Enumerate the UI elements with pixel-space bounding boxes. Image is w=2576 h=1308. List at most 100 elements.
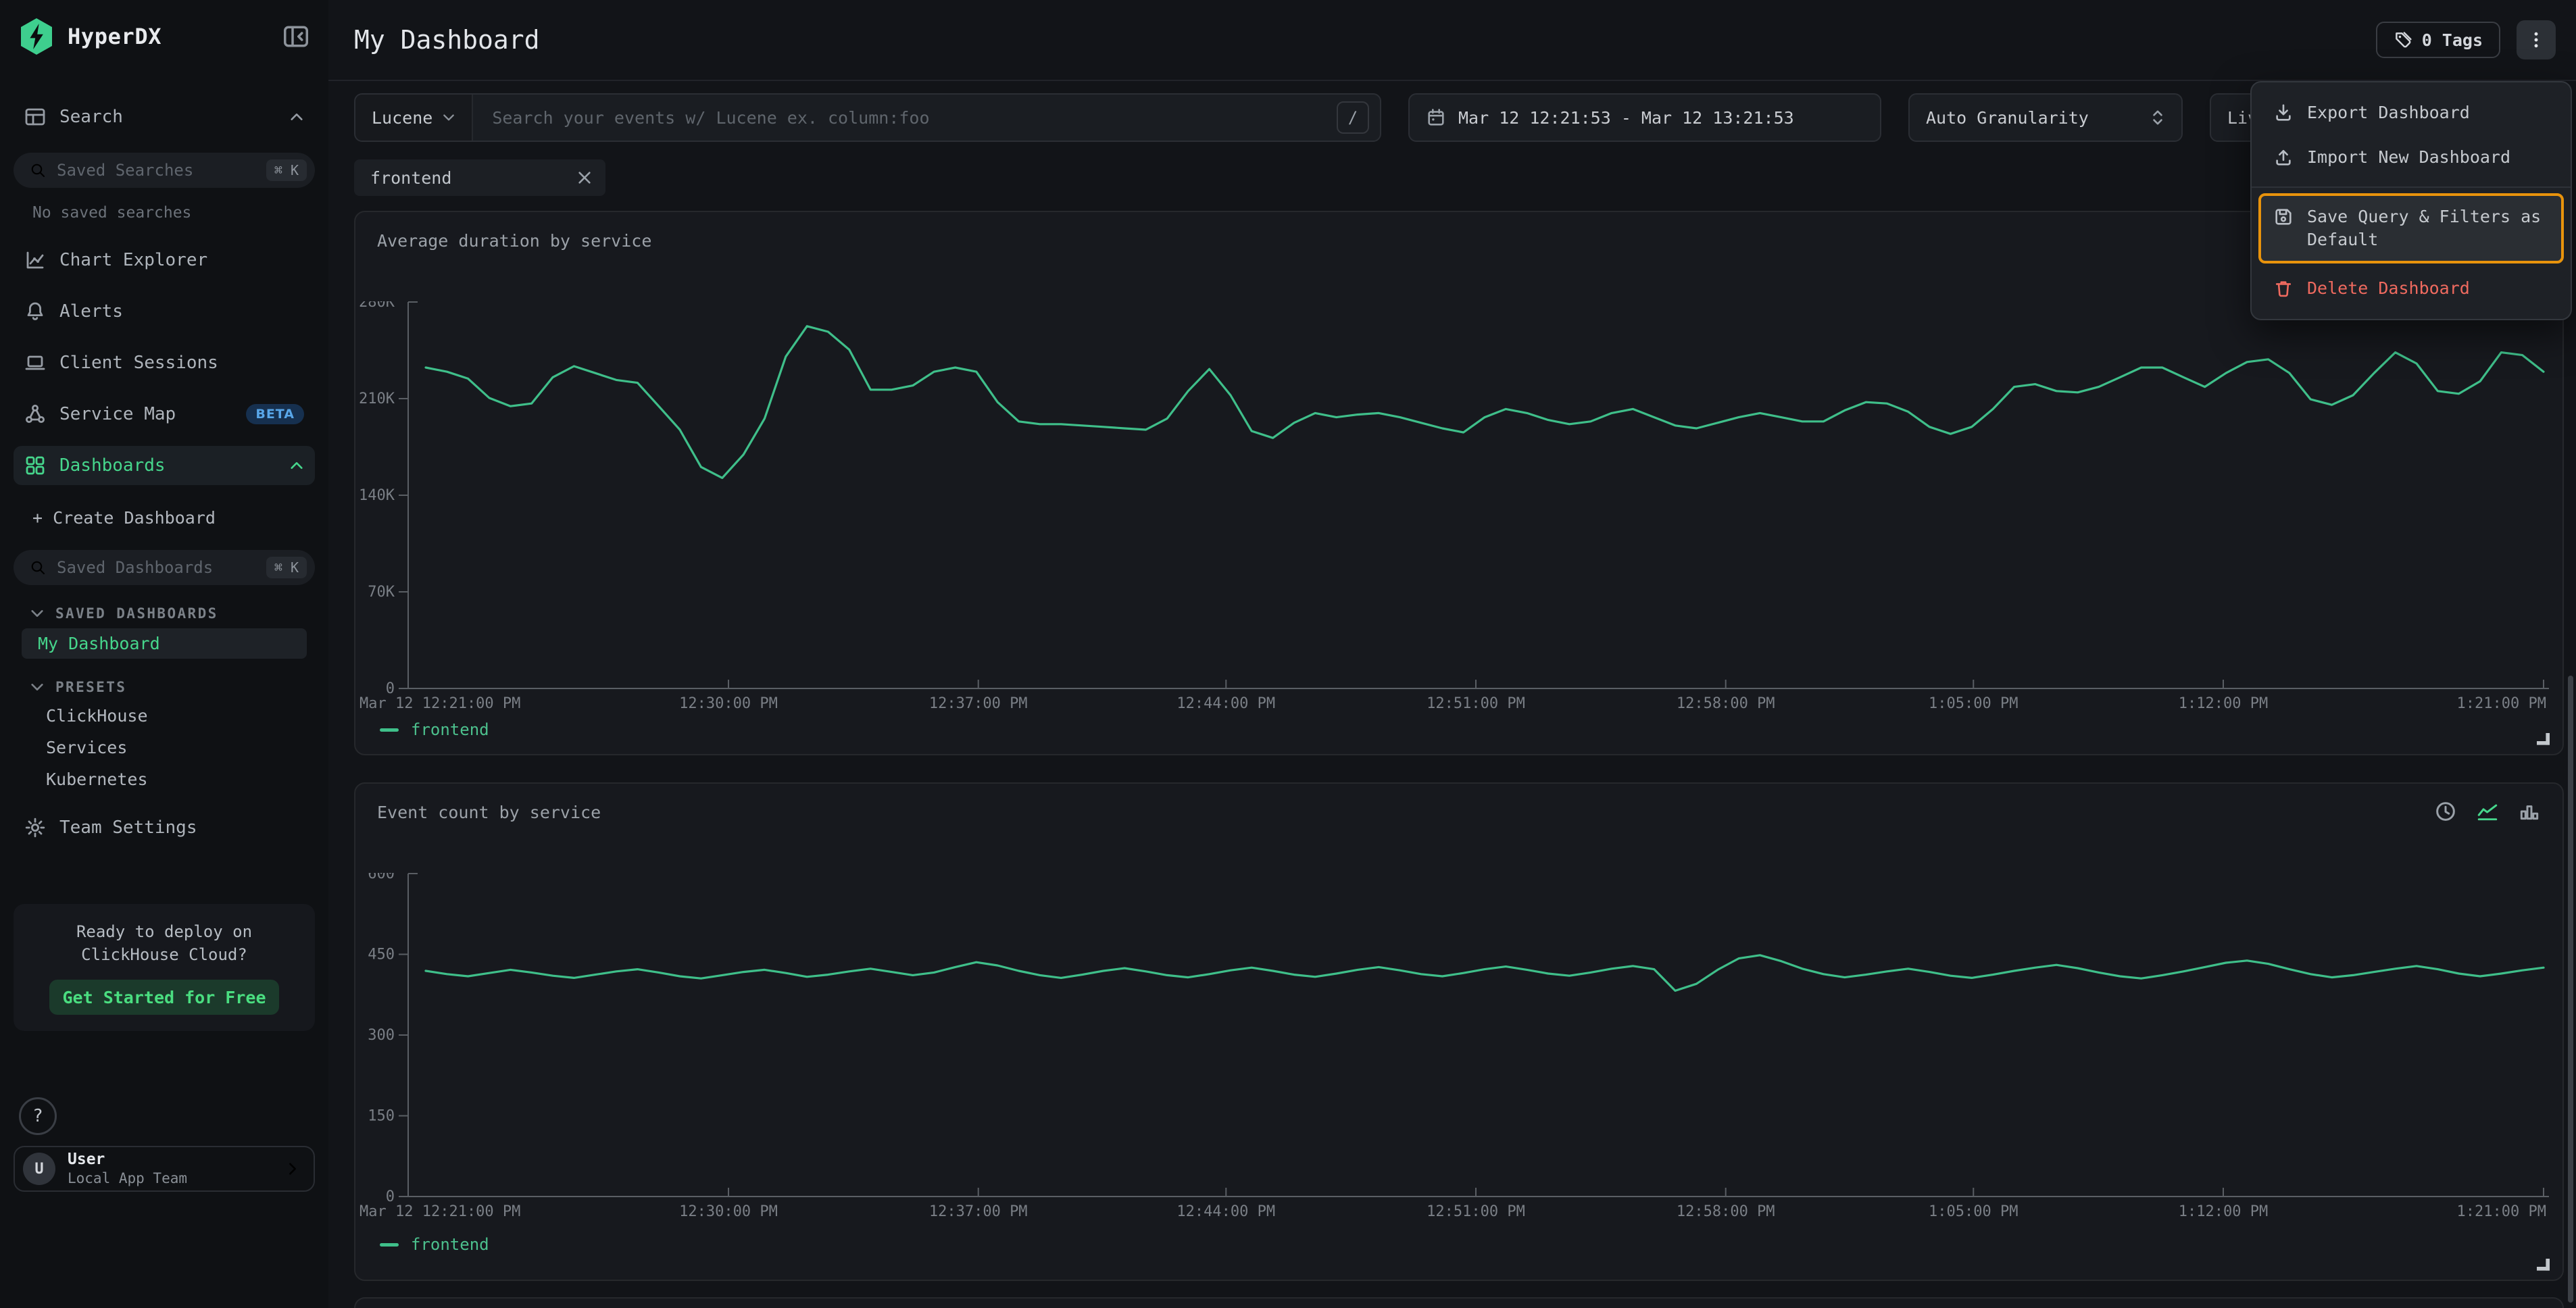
brand-title: HyperDX xyxy=(68,24,282,49)
calendar-icon xyxy=(1426,107,1446,128)
presets-section-header[interactable]: PRESETS xyxy=(14,675,315,699)
sidebar-bottom: ? U User Local App Team xyxy=(14,1097,315,1192)
chart-title: Event count by service xyxy=(377,803,601,822)
sidebar-collapse-icon[interactable] xyxy=(282,23,309,50)
chart-toolbar xyxy=(2434,800,2541,823)
download-icon xyxy=(2273,103,2294,123)
user-team: Local App Team xyxy=(68,1171,273,1186)
line-chart-icon[interactable] xyxy=(2476,800,2499,823)
search-icon xyxy=(30,559,46,576)
upload-icon xyxy=(2273,147,2294,168)
sidebar-item-client-sessions[interactable]: Client Sessions xyxy=(14,343,315,382)
get-started-button[interactable]: Get Started for Free xyxy=(49,980,279,1015)
sidebar-item-dashboards[interactable]: Dashboards xyxy=(14,446,315,485)
filter-chips: frontend xyxy=(354,159,2576,196)
menu-item-label: Delete Dashboard xyxy=(2307,277,2470,300)
menu-item-save-query-filters-default[interactable]: Save Query & Filters as Default xyxy=(2260,195,2562,262)
sidebar-item-label: Dashboards xyxy=(59,455,166,476)
no-saved-searches-text: No saved searches xyxy=(14,204,315,222)
saved-searches-input[interactable]: Saved Searches ⌘ K xyxy=(14,153,315,188)
svg-text:12:58:00 PM: 12:58:00 PM xyxy=(1677,695,1775,712)
hyperdx-app: HyperDX Search Saved Searches ⌘ K No sav… xyxy=(0,0,2576,1308)
sidebar-item-search[interactable]: Search xyxy=(14,97,315,136)
bar-chart-icon[interactable] xyxy=(2518,800,2541,823)
chevron-right-icon xyxy=(285,1161,300,1176)
svg-text:12:58:00 PM: 12:58:00 PM xyxy=(1677,1203,1775,1220)
sidebar-nav: Chart Explorer Alerts Client Sessions Se… xyxy=(14,241,315,485)
next-panel-edge xyxy=(354,1297,2564,1308)
section-title: PRESETS xyxy=(55,679,126,695)
svg-text:1:05:00 PM: 1:05:00 PM xyxy=(1929,1203,2018,1220)
section-title: SAVED DASHBOARDS xyxy=(55,605,218,622)
sidebar-item-clickhouse[interactable]: ClickHouse xyxy=(22,701,307,731)
beta-badge: BETA xyxy=(246,404,304,424)
sidebar-item-label: Chart Explorer xyxy=(59,250,207,270)
dashboards-grid-icon xyxy=(24,455,46,476)
sidebar-item-label: Team Settings xyxy=(59,818,197,838)
save-icon xyxy=(2273,207,2294,227)
create-dashboard-button[interactable]: + Create Dashboard xyxy=(14,501,315,534)
close-icon[interactable] xyxy=(577,170,592,185)
sidebar-item-chart-explorer[interactable]: Chart Explorer xyxy=(14,241,315,280)
shortcut-badge: ⌘ K xyxy=(266,557,307,578)
svg-text:1:05:00 PM: 1:05:00 PM xyxy=(1929,695,2018,712)
saved-dashboards-input[interactable]: Saved Dashboards ⌘ K xyxy=(14,550,315,585)
chart-panel-avg-duration: Average duration by service 280K210K140K… xyxy=(354,211,2564,755)
page-header: My Dashboard 0 Tags xyxy=(328,0,2576,81)
svg-text:12:44:00 PM: 12:44:00 PM xyxy=(1176,695,1275,712)
tags-button[interactable]: 0 Tags xyxy=(2376,22,2500,58)
user-avatar: U xyxy=(23,1153,55,1185)
promo-text: Ready to deploy on ClickHouse Cloud? xyxy=(27,920,301,966)
chart-legend: frontend xyxy=(380,1235,489,1254)
main-content: My Dashboard 0 Tags Lucene xyxy=(328,0,2576,1308)
event-search-box[interactable]: Lucene Search your events w/ Lucene ex. … xyxy=(354,93,1381,142)
svg-text:280K: 280K xyxy=(359,301,395,311)
svg-text:1:12:00 PM: 1:12:00 PM xyxy=(2179,695,2268,712)
legend-label: frontend xyxy=(411,1235,489,1254)
help-button[interactable]: ? xyxy=(19,1097,57,1135)
svg-text:Mar 12 12:21:00 PM: Mar 12 12:21:00 PM xyxy=(360,695,520,712)
chevron-down-icon xyxy=(30,606,45,621)
menu-item-export-dashboard[interactable]: Export Dashboard xyxy=(2260,91,2562,135)
date-range-picker[interactable]: Mar 12 12:21:53 - Mar 12 13:21:53 xyxy=(1408,93,1881,142)
date-range-value: Mar 12 12:21:53 - Mar 12 13:21:53 xyxy=(1458,108,1794,128)
panel-resize-handle[interactable] xyxy=(2534,1254,2553,1273)
clickhouse-cloud-promo-card: Ready to deploy on ClickHouse Cloud? Get… xyxy=(14,904,315,1031)
user-menu[interactable]: U User Local App Team xyxy=(14,1146,315,1192)
granularity-value: Auto Granularity xyxy=(1926,108,2089,128)
svg-text:1:21:00 PM: 1:21:00 PM xyxy=(2457,695,2546,712)
svg-text:12:51:00 PM: 12:51:00 PM xyxy=(1427,695,1525,712)
tag-icon xyxy=(2394,30,2412,49)
sidebar-item-team-settings[interactable]: Team Settings xyxy=(14,808,315,847)
query-language-select[interactable]: Lucene xyxy=(355,95,473,141)
service-filter-chip[interactable]: frontend xyxy=(354,159,605,196)
sidebar-item-label: Search xyxy=(59,107,123,127)
sidebar-item-services[interactable]: Services xyxy=(22,732,307,763)
sidebar-item-service-map[interactable]: Service Map BETA xyxy=(14,395,315,434)
laptop-icon xyxy=(24,352,46,374)
sidebar-item-kubernetes[interactable]: Kubernetes xyxy=(22,764,307,795)
menu-item-label: Import New Dashboard xyxy=(2307,146,2510,169)
sidebar-item-alerts[interactable]: Alerts xyxy=(14,292,315,331)
menu-item-import-dashboard[interactable]: Import New Dashboard xyxy=(2260,135,2562,180)
sidebar-item-my-dashboard[interactable]: My Dashboard xyxy=(22,628,307,659)
menu-item-delete-dashboard[interactable]: Delete Dashboard xyxy=(2260,266,2562,311)
trash-icon xyxy=(2273,278,2294,299)
saved-searches-placeholder: Saved Searches xyxy=(57,161,255,180)
svg-text:12:30:00 PM: 12:30:00 PM xyxy=(679,1203,778,1220)
svg-text:450: 450 xyxy=(368,947,395,963)
gear-icon xyxy=(24,817,46,838)
chart-area[interactable]: 280K210K140K70K0Mar 12 12:21:00 PM12:30:… xyxy=(355,301,2549,715)
scrollbar-thumb[interactable] xyxy=(2568,676,2573,1303)
page-scrollbar[interactable] xyxy=(2565,0,2576,1308)
dashboard-menu-button[interactable] xyxy=(2517,20,2556,59)
chart-area[interactable]: 6004503001500Mar 12 12:21:00 PM12:30:00 … xyxy=(355,873,2549,1223)
saved-dashboards-section-header[interactable]: SAVED DASHBOARDS xyxy=(14,601,315,626)
panel-resize-handle[interactable] xyxy=(2534,728,2553,747)
clock-icon[interactable] xyxy=(2434,800,2457,823)
sidebar: HyperDX Search Saved Searches ⌘ K No sav… xyxy=(0,0,328,1308)
granularity-select[interactable]: Auto Granularity xyxy=(1908,93,2183,142)
search-icon xyxy=(30,162,46,178)
dashboard-actions-menu: Export Dashboard Import New Dashboard Sa… xyxy=(2250,81,2572,320)
tags-button-label: 0 Tags xyxy=(2422,30,2483,50)
